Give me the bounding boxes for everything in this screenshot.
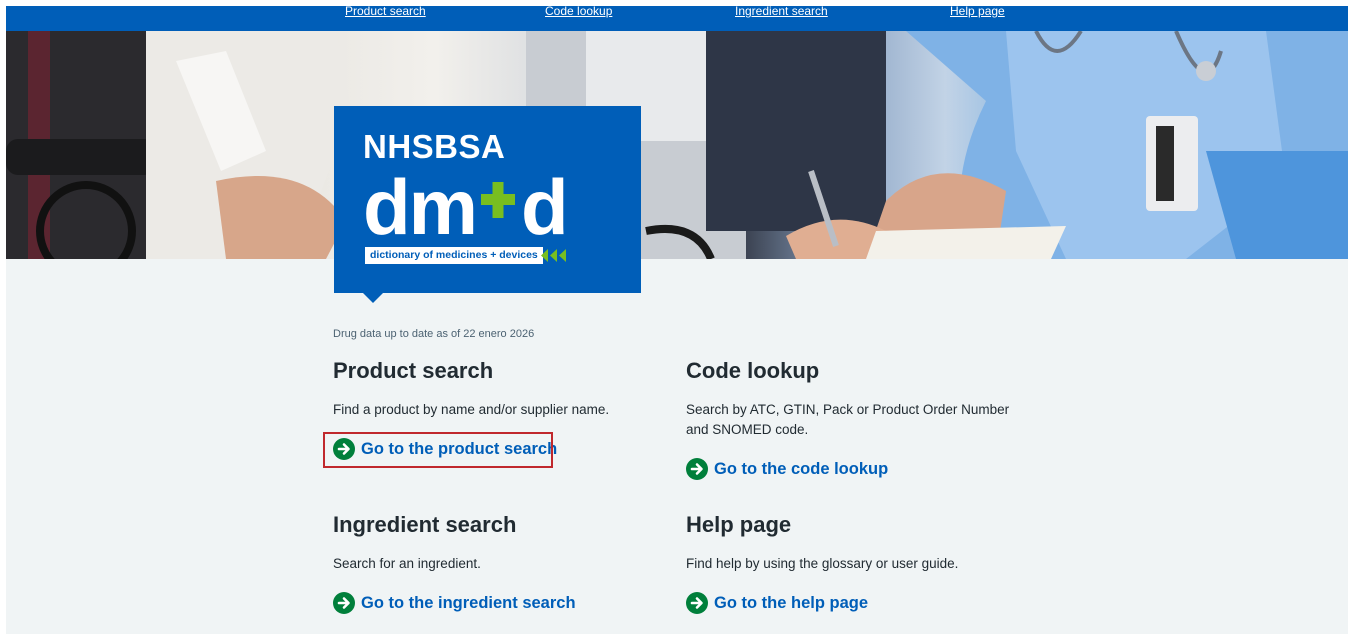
hero-image [6,31,1348,259]
hero-photo-illustration [6,31,1348,259]
card-title-code-lookup: Code lookup [686,358,820,383]
dmd-strapline: dictionary of medicines + devices [365,247,543,264]
triple-chevron-left-icon [541,249,566,262]
card-desc-product-search: Find a product by name and/or supplier n… [333,402,610,417]
nav-code-lookup[interactable]: Code lookup [545,6,612,18]
card-title-product-search: Product search [333,358,494,383]
code-lookup-link-label: Go to the code lookup [714,459,889,478]
svg-text:d: d [521,168,568,246]
card-title-ingredient-search: Ingredient search [333,512,517,537]
card-title-help-page: Help page [686,512,792,537]
ingredient-search-link-label: Go to the ingredient search [361,593,576,612]
ingredient-search-link[interactable]: Go to the ingredient search [333,592,576,614]
arrow-right-circle-icon [686,592,708,614]
nhsbsa-logo-text: NHSBSA [363,128,506,165]
top-navigation: Product search Code lookup Ingredient se… [6,6,1348,31]
card-desc-help-page: Find help by using the glossary or user … [686,556,959,571]
help-page-link[interactable]: Go to the help page [686,592,868,614]
logo-pointer [363,293,383,303]
highlight-box [323,432,553,468]
card-desc-ingredient-search: Search for an ingredient. [333,556,481,571]
arrow-right-circle-icon [333,592,355,614]
dmd-wordmark-logo: dm d [363,168,568,246]
card-desc-code-lookup: Search by ATC, GTIN, Pack or Product Ord… [686,402,1010,437]
nav-help-page[interactable]: Help page [950,6,1005,18]
arrow-right-circle-icon [686,458,708,480]
page-frame: Product search Code lookup Ingredient se… [6,6,1348,634]
code-lookup-link[interactable]: Go to the code lookup [686,458,888,480]
nav-ingredient-search[interactable]: Ingredient search [735,6,828,18]
nav-product-search[interactable]: Product search [345,6,426,18]
data-date-text: Drug data up to date as of 22 enero 2026 [333,328,535,340]
help-page-link-label: Go to the help page [714,593,869,612]
svg-text:dm: dm [363,168,476,246]
dmd-logo-panel: NHSBSA dm d dictionary of medicines + de… [334,106,641,293]
